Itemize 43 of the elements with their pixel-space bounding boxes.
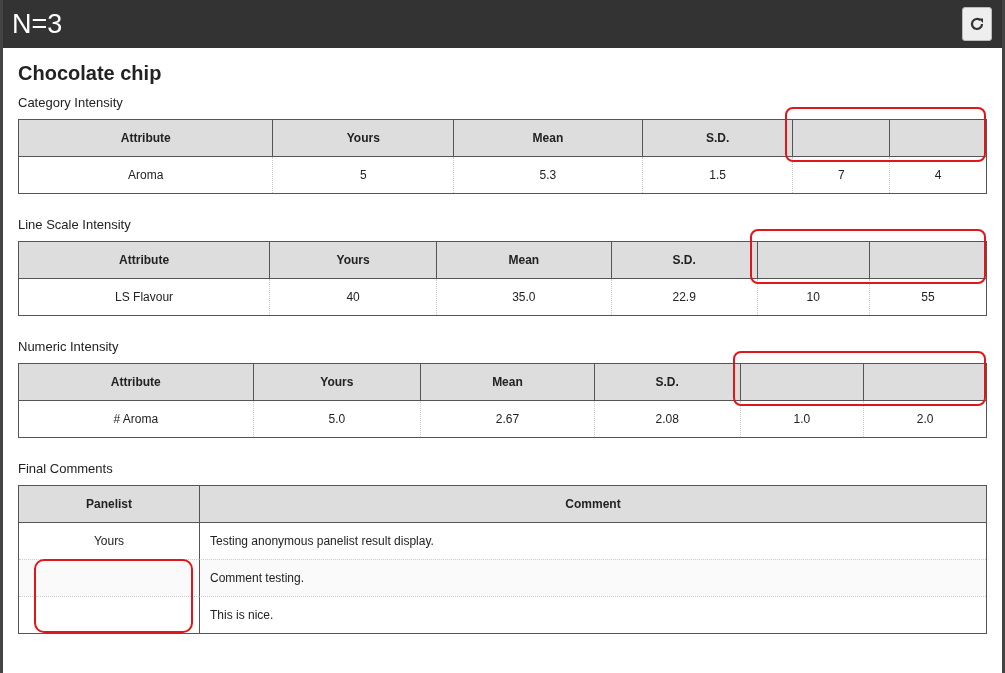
column-header: Mean bbox=[435, 242, 611, 279]
table-cell: 2.0 bbox=[863, 401, 986, 437]
column-header: S.D. bbox=[641, 120, 793, 157]
column-header: Attribute bbox=[19, 364, 253, 401]
table-cell-text: LS Flavour bbox=[114, 289, 175, 306]
section-title: Numeric Intensity bbox=[18, 339, 120, 354]
table-cell: 1.0 bbox=[739, 401, 864, 437]
section-title: Final Comments bbox=[18, 461, 114, 476]
section-title: Category Intensity bbox=[18, 95, 124, 110]
table-cell: 40 bbox=[269, 279, 436, 315]
table-cell: 2.08 bbox=[593, 401, 740, 437]
column-header: S.D. bbox=[610, 242, 757, 279]
table-cell: This is nice. bbox=[199, 596, 986, 633]
column-header: Yours bbox=[252, 364, 421, 401]
column-header: Attribute bbox=[19, 242, 270, 279]
column-header: Mean bbox=[420, 364, 594, 401]
table-cell: 7 bbox=[792, 157, 890, 193]
table-cell: 10 bbox=[756, 279, 869, 315]
table-cell: 35.0 bbox=[435, 279, 611, 315]
column-header: S.D. bbox=[593, 364, 740, 401]
table-cell: 5.0 bbox=[252, 401, 421, 437]
product-title: Chocolate chip bbox=[18, 62, 163, 85]
column-header: Attribute bbox=[19, 120, 273, 157]
table-cell: 2.67 bbox=[420, 401, 594, 437]
column-header: Yours bbox=[269, 242, 436, 279]
table-cell-text: # Aroma bbox=[112, 411, 160, 428]
table-cell: 1.5 bbox=[641, 157, 793, 193]
table-cell: Comment testing. bbox=[199, 559, 986, 596]
header-title: N=3 bbox=[12, 8, 63, 40]
table-cell-text: Yours bbox=[92, 533, 126, 550]
table-cell: 55 bbox=[868, 279, 986, 315]
section-title: Line Scale Intensity bbox=[18, 217, 132, 232]
column-header: Yours bbox=[272, 120, 454, 157]
table-cell: 22.9 bbox=[610, 279, 757, 315]
table-cell: 5.3 bbox=[453, 157, 642, 193]
column-header: Mean bbox=[453, 120, 642, 157]
refresh-button[interactable] bbox=[962, 7, 992, 41]
refresh-icon bbox=[969, 16, 985, 32]
column-header: Panelist bbox=[19, 486, 199, 523]
table-cell: 5 bbox=[272, 157, 454, 193]
column-header: Comment bbox=[199, 486, 986, 523]
table-cell-text: Aroma bbox=[127, 167, 165, 184]
table-cell: 4 bbox=[889, 157, 986, 193]
